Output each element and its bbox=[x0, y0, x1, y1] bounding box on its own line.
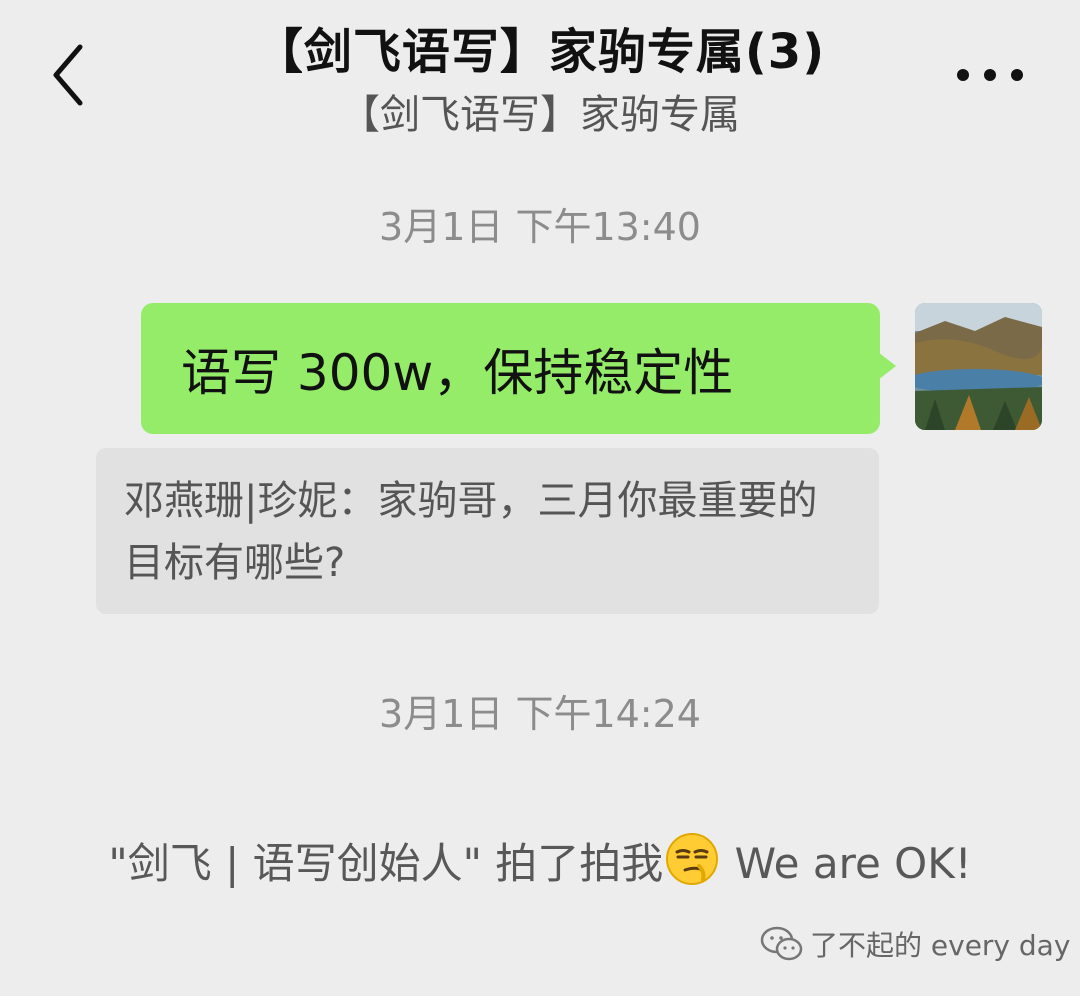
quoted-message[interactable]: 邓燕珊|珍妮：家驹哥，三月你最重要的目标有哪些? bbox=[96, 448, 879, 614]
pat-system-message: "剑飞 | 语写创始人" 拍了拍我 We are OK! bbox=[0, 832, 1080, 896]
pat-text-tail: We are OK! bbox=[721, 839, 972, 888]
chat-title: 【剑飞语写】家驹专属(3) bbox=[254, 24, 826, 80]
outgoing-message-text: 语写 300w，保持稳定性 bbox=[181, 343, 734, 402]
pat-text: "剑飞 | 语写创始人" 拍了拍我 bbox=[108, 839, 664, 888]
bubble-tail bbox=[878, 352, 896, 380]
avatar-landscape-image bbox=[915, 303, 1042, 430]
smirk-emoji bbox=[666, 833, 719, 885]
avatar[interactable] bbox=[915, 303, 1042, 430]
message-timestamp: 3月1日 下午14:24 bbox=[379, 692, 701, 736]
outgoing-message-bubble[interactable]: 语写 300w，保持稳定性 bbox=[141, 303, 880, 434]
watermark: 了不起的 every day bbox=[760, 924, 1070, 964]
message-timestamp: 3月1日 下午13:40 bbox=[379, 205, 701, 249]
wechat-icon bbox=[760, 926, 803, 961]
quoted-message-text: 邓燕珊|珍妮：家驹哥，三月你最重要的目标有哪些? bbox=[124, 478, 818, 586]
more-dots-icon bbox=[957, 69, 1023, 81]
chat-subtitle: 【剑飞语写】家驹专属 bbox=[340, 92, 740, 138]
more-options-button[interactable] bbox=[950, 50, 1030, 100]
watermark-text: 了不起的 every day bbox=[810, 929, 1071, 962]
